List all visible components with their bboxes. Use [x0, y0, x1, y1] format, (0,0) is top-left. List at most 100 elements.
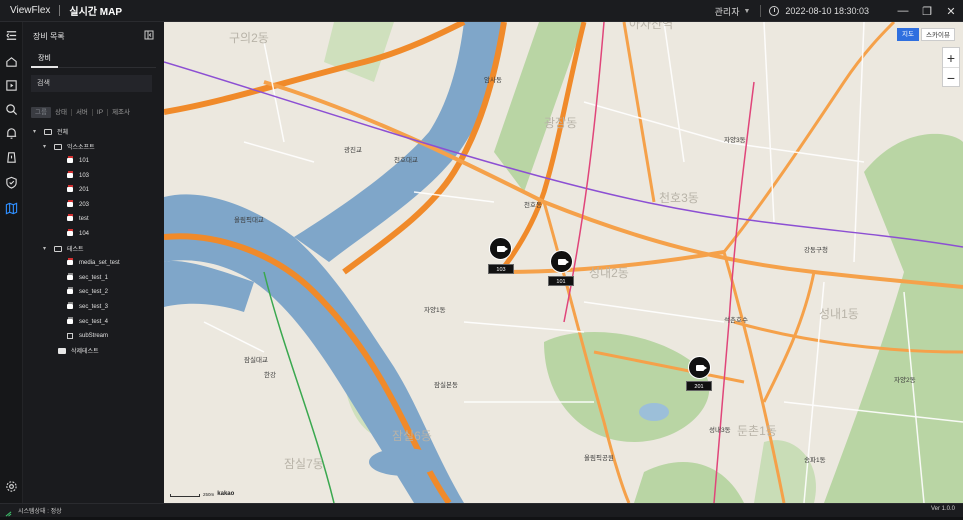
camera-icon — [67, 156, 73, 163]
map-place-label: 올림픽대교 — [234, 215, 264, 224]
brand-logo: ViewFlex — [10, 5, 51, 16]
nav-icon-bar — [0, 22, 23, 503]
system-status-text: 시스템상태 : 정상 — [18, 509, 62, 515]
map-area-label: 아차산역 — [629, 22, 673, 31]
tree-camera-media-set-test[interactable]: media_set_test — [67, 257, 120, 268]
filter-tabs: 그룹 상태 서버 IP 제조사 — [31, 107, 134, 118]
camera-icon — [67, 185, 73, 192]
tree-node-group[interactable]: ▾ 익스소프트 — [43, 141, 95, 152]
chevron-down-icon[interactable]: ▾ — [33, 128, 39, 135]
map-place-label: 성내3동 — [709, 425, 731, 434]
map-place-label: 자양2동 — [894, 375, 916, 384]
status-bar: 시스템상태 : 정상 Ver 1.0.0 — [0, 503, 963, 517]
tree-camera-sec-test-4[interactable]: sec_test_4 — [67, 316, 108, 327]
map-view[interactable]: 구의2동 광장동 천호3동 성내2동 성내1동 둔촌1동 잠실7동 잠실6동 아… — [164, 22, 963, 503]
map-place-label: 송파1동 — [804, 455, 826, 464]
camera-icon — [67, 171, 73, 178]
map-place-label: 잠실본동 — [434, 380, 458, 389]
panel-title: 장비 목록 — [33, 32, 65, 41]
shield-icon[interactable] — [4, 175, 19, 190]
map-area-label: 둔촌1동 — [737, 424, 777, 438]
chevron-down-icon[interactable]: ▾ — [43, 245, 49, 252]
map-icon[interactable] — [4, 201, 19, 216]
restore-button[interactable]: ❐ — [915, 0, 939, 22]
tree-node-delete-test[interactable]: 삭제테스트 — [58, 345, 99, 356]
lake-seokchon — [369, 448, 439, 476]
map-area-label: 구의2동 — [229, 31, 269, 45]
map-place-label: 암사동 — [484, 75, 502, 84]
datetime: 2022-08-10 18:30:03 — [785, 6, 869, 16]
zoom-out-button[interactable]: − — [943, 68, 959, 87]
tree-node-all[interactable]: ▾ 전체 — [33, 126, 68, 137]
collapse-panel-icon[interactable] — [144, 30, 154, 40]
camera-icon — [67, 200, 73, 207]
tree-camera-201[interactable]: 201 — [67, 184, 89, 195]
camera-marker-103[interactable] — [489, 237, 512, 260]
clock-icon — [769, 6, 780, 16]
camera-marker-201[interactable] — [688, 356, 711, 379]
folder-icon — [58, 347, 66, 354]
home-icon[interactable] — [4, 54, 19, 69]
map-place-label: 자양3동 — [724, 135, 746, 144]
zoom-control: + − — [942, 47, 960, 87]
filter-group[interactable]: 그룹 — [31, 107, 51, 118]
folder-icon — [54, 245, 62, 252]
map-area-label: 잠실6동 — [392, 429, 432, 443]
tab-device[interactable]: 장비 — [31, 51, 58, 68]
search-icon[interactable] — [4, 102, 19, 117]
map-type-skyview-button[interactable]: 스카이뷰 — [921, 28, 955, 41]
alarm-icon[interactable] — [4, 126, 19, 141]
map-scale: 250m kakao — [170, 491, 234, 497]
map-area-label: 성내1동 — [819, 307, 859, 321]
pond — [639, 403, 669, 421]
user-menu[interactable]: 관리자 — [715, 5, 740, 18]
tree-substream[interactable]: subStream — [67, 330, 108, 341]
tree-camera-test[interactable]: test — [67, 213, 89, 224]
event-icon[interactable] — [4, 150, 19, 165]
map-area-label: 광장동 — [544, 116, 577, 130]
minimize-button[interactable]: — — [891, 0, 915, 22]
tree-camera-sec-test-3[interactable]: sec_test_3 — [67, 301, 108, 312]
map-place-label: 잠실대교 — [244, 355, 268, 364]
map-place-label: 천호대교 — [394, 155, 418, 164]
tree-camera-103[interactable]: 103 — [67, 170, 89, 181]
menu-toggle-icon[interactable] — [4, 28, 19, 43]
folder-icon — [54, 143, 62, 150]
settings-icon[interactable] — [4, 479, 19, 494]
close-button[interactable]: ✕ — [939, 0, 963, 22]
tree-camera-sec-test-1[interactable]: sec_test_1 — [67, 272, 108, 283]
title-bar: ViewFlex 실시간 MAP 관리자 ▼ 2022-08-10 18:30:… — [0, 0, 963, 22]
chevron-down-icon[interactable]: ▼ — [743, 8, 750, 15]
camera-marker-label: 201 — [686, 381, 712, 391]
app-title: 실시간 MAP — [69, 7, 122, 18]
scale-label: 250m — [203, 492, 215, 497]
map-place-label: 강동구청 — [804, 245, 828, 254]
tree-camera-sec-test-2[interactable]: sec_test_2 — [67, 286, 108, 297]
filter-server[interactable]: 서버 — [72, 107, 92, 118]
map-area-label: 잠실7동 — [284, 457, 324, 471]
map-type-map-button[interactable]: 지도 — [897, 28, 919, 41]
camera-icon — [67, 214, 73, 221]
search-input[interactable] — [31, 75, 152, 92]
device-panel: 장비 목록 장비 그룹 상태 서버 IP 제조사 ▾ 전체 ▾ 익스소프트 10… — [23, 22, 164, 503]
camera-marker-101[interactable] — [550, 250, 573, 273]
tree-camera-104[interactable]: 104 — [67, 228, 89, 239]
substream-icon — [67, 332, 73, 339]
zoom-in-button[interactable]: + — [943, 48, 959, 67]
filter-manufacturer[interactable]: 제조사 — [108, 107, 134, 118]
camera-marker-label: 101 — [548, 276, 574, 286]
camera-icon — [67, 287, 73, 294]
chevron-down-icon[interactable]: ▾ — [43, 143, 49, 150]
tree-camera-203[interactable]: 203 — [67, 199, 89, 210]
camera-icon — [695, 364, 707, 371]
tree-camera-101[interactable]: 101 — [67, 155, 89, 166]
playback-icon[interactable] — [4, 78, 19, 93]
map-area-label: 성내2동 — [589, 266, 629, 280]
tree-node-test[interactable]: ▾ 테스트 — [43, 243, 84, 254]
map-place-label: 광진교 — [344, 145, 362, 154]
map-provider-logo: kakao — [217, 491, 235, 497]
folder-icon — [44, 128, 52, 135]
filter-status[interactable]: 상태 — [51, 107, 71, 118]
camera-icon — [67, 317, 73, 324]
filter-ip[interactable]: IP — [93, 107, 107, 118]
